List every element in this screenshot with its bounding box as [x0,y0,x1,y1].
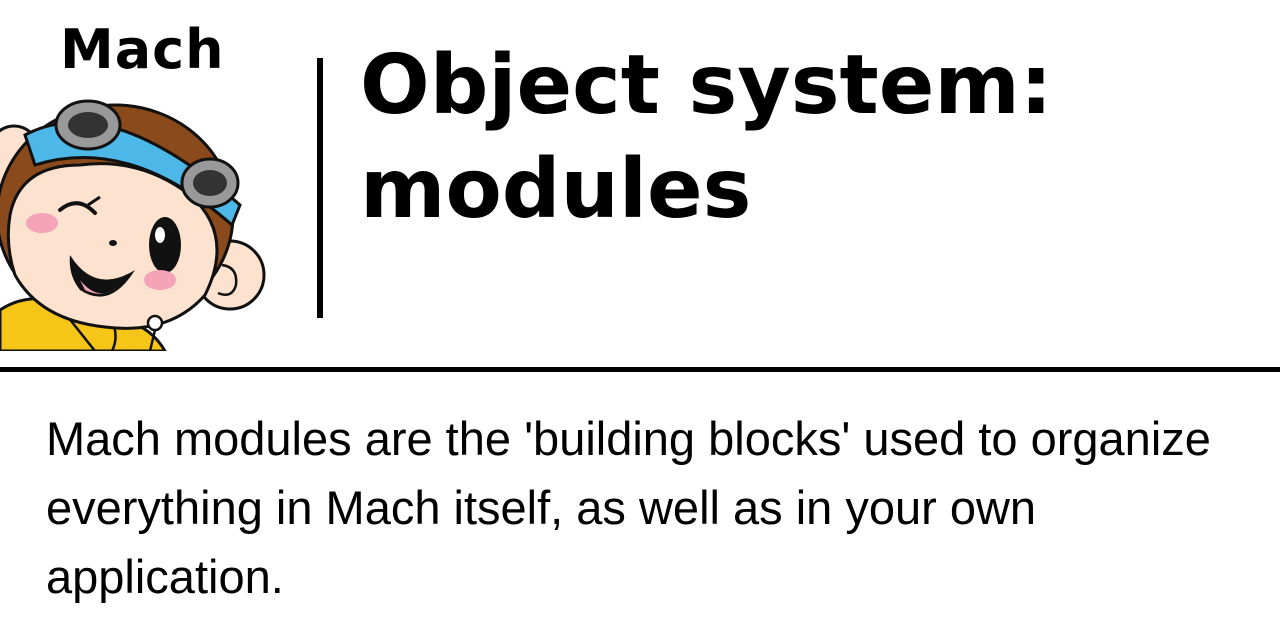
description-text: Mach modules are the 'building blocks' u… [46,412,1211,603]
page-title: Object system: modules [360,34,1260,242]
title-card: Mach Object system: modules Mach modules… [0,0,1280,640]
horizontal-divider [0,367,1280,372]
brand-name: Mach [60,18,225,81]
title-line-2: modules [360,142,752,237]
monkey-mascot-icon [0,99,266,351]
title-line-1: Object system: [360,38,1053,133]
vertical-divider [317,58,323,318]
